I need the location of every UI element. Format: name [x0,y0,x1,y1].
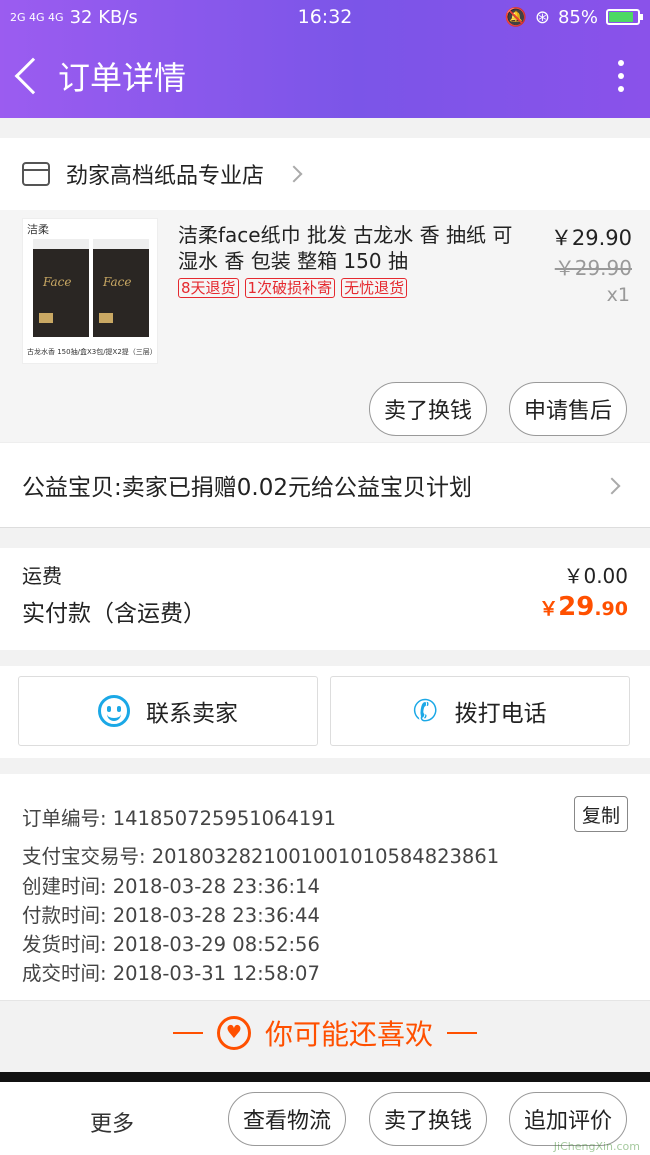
service-tags: 8天退货 1次破损补寄 无忧退货 [178,278,408,298]
sell-button[interactable]: 卖了换钱 [369,382,487,436]
call-phone-button[interactable]: ✆ 拨打电话 [330,676,630,746]
order-number: 订单编号: 141850725951064191 [22,807,337,830]
total-label: 实付款（含运费） [22,601,206,627]
tag-damage-resend: 1次破损补寄 [244,278,336,298]
bottom-action-bar: 更多 查看物流 卖了换钱 追加评价 JiChengXin.com [0,1082,650,1155]
tag-worry-free-return: 无忧退货 [341,278,408,298]
status-bar: 2G 4G 4G 32 KB/s 16:32 🔕 ⊛ 85% [0,0,650,34]
more-button[interactable]: 更多 [90,1106,134,1138]
view-logistics-button[interactable]: 查看物流 [228,1092,346,1146]
chevron-right-icon [603,477,621,495]
order-info: 订单编号: 141850725951064191 复制 支付宝交易号: 2018… [0,774,650,1000]
chevron-right-icon [285,165,303,183]
shop-row[interactable]: 劲家高档纸品专业店 [0,138,650,210]
charity-text: 公益宝贝:卖家已捐赠0.02元给公益宝贝计划 [22,475,472,501]
more-menu-icon[interactable] [618,60,624,92]
page-title: 订单详情 [58,59,187,97]
shipped-time: 发货时间: 2018-03-29 08:52:56 [22,933,320,956]
paid-time: 付款时间: 2018-03-28 23:36:44 [22,904,320,927]
recommend-header: ♥ 你可能还喜欢 [0,1000,650,1064]
package-right: Face [93,239,149,337]
sell-button-bottom[interactable]: 卖了换钱 [369,1092,487,1146]
total-value: ￥29.90 [539,592,628,622]
heart-icon: ♥ [216,1015,251,1050]
recommend-title: 你可能还喜欢 [264,1017,433,1051]
top-bar: 2G 4G 4G 32 KB/s 16:32 🔕 ⊛ 85% 订单详情 [0,0,650,118]
shop-name: 劲家高档纸品专业店 [66,164,265,189]
product-image[interactable]: 洁柔 Face Face 古龙水香 150抽/盒X3包/提X2提（三层） [22,218,158,364]
store-icon [22,162,50,186]
package-left: Face [33,239,89,337]
completed-time: 成交时间: 2018-03-31 12:58:07 [22,962,320,985]
shipping-value: ￥0.00 [563,564,628,588]
after-sale-button[interactable]: 申请售后 [509,382,627,436]
product-price: ￥29.90 [550,226,632,250]
fee-summary: 运费 ￥0.00 实付款（含运费） ￥29.90 [0,548,650,650]
phone-icon: ✆ [409,690,443,732]
charity-row[interactable]: 公益宝贝:卖家已捐赠0.02元给公益宝贝计划 [0,442,650,528]
recommend-preview-strip [0,1072,650,1082]
original-price: ￥29.90 [554,256,632,280]
product-title[interactable]: 洁柔face纸巾 批发 古龙水 香 抽纸 可湿水 香 包装 整箱 150 抽 [178,222,518,274]
contact-buttons: 联系卖家 ✆ 拨打电话 [0,666,650,758]
call-phone-label: 拨打电话 [454,701,547,727]
brand-logo: 洁柔 [27,223,49,236]
alipay-number: 支付宝交易号: 2018032821001001010584823861 [22,845,500,868]
image-caption: 古龙水香 150抽/盒X3包/提X2提（三层） [27,348,153,356]
nav-bar: 订单详情 [0,34,650,118]
watermark-text: JiChengXin.com [553,1140,640,1153]
contact-seller-label: 联系卖家 [146,701,238,727]
tag-return-8days: 8天退货 [178,278,239,298]
product-card: 洁柔 Face Face 古龙水香 150抽/盒X3包/提X2提（三层） 洁柔f… [0,210,650,442]
chat-icon [98,695,130,727]
back-icon[interactable] [14,57,52,95]
contact-seller-button[interactable]: 联系卖家 [18,676,318,746]
divider-right [447,1031,477,1034]
divider-left [172,1031,203,1034]
copy-button[interactable]: 复制 [574,796,628,832]
product-quantity: x1 [606,284,630,306]
battery-icon [606,9,643,25]
created-time: 创建时间: 2018-03-28 23:36:14 [22,875,320,898]
shipping-label: 运费 [22,564,62,588]
clock: 16:32 [297,6,353,28]
battery-level [609,12,633,22]
watermark: JiChengXin.com [528,1099,646,1155]
